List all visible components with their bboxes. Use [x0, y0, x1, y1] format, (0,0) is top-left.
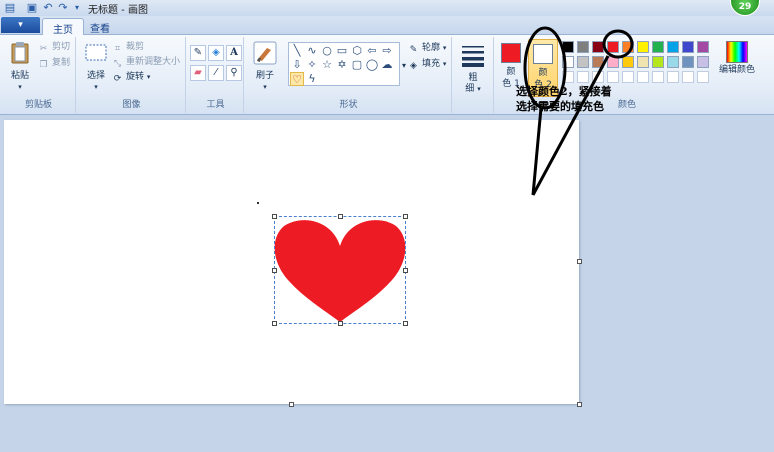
annotation-note: 选择颜色2，紧接着 选择需要的填充色: [516, 84, 612, 114]
annotation-line-2: 选择需要的填充色: [516, 100, 604, 113]
annotation-arrow-line-2: [531, 55, 610, 196]
annotation-line-1: 选择颜色2，紧接着: [516, 85, 612, 98]
annotation-circle-palette: [602, 29, 634, 59]
annotation-overlay: [523, 26, 634, 196]
